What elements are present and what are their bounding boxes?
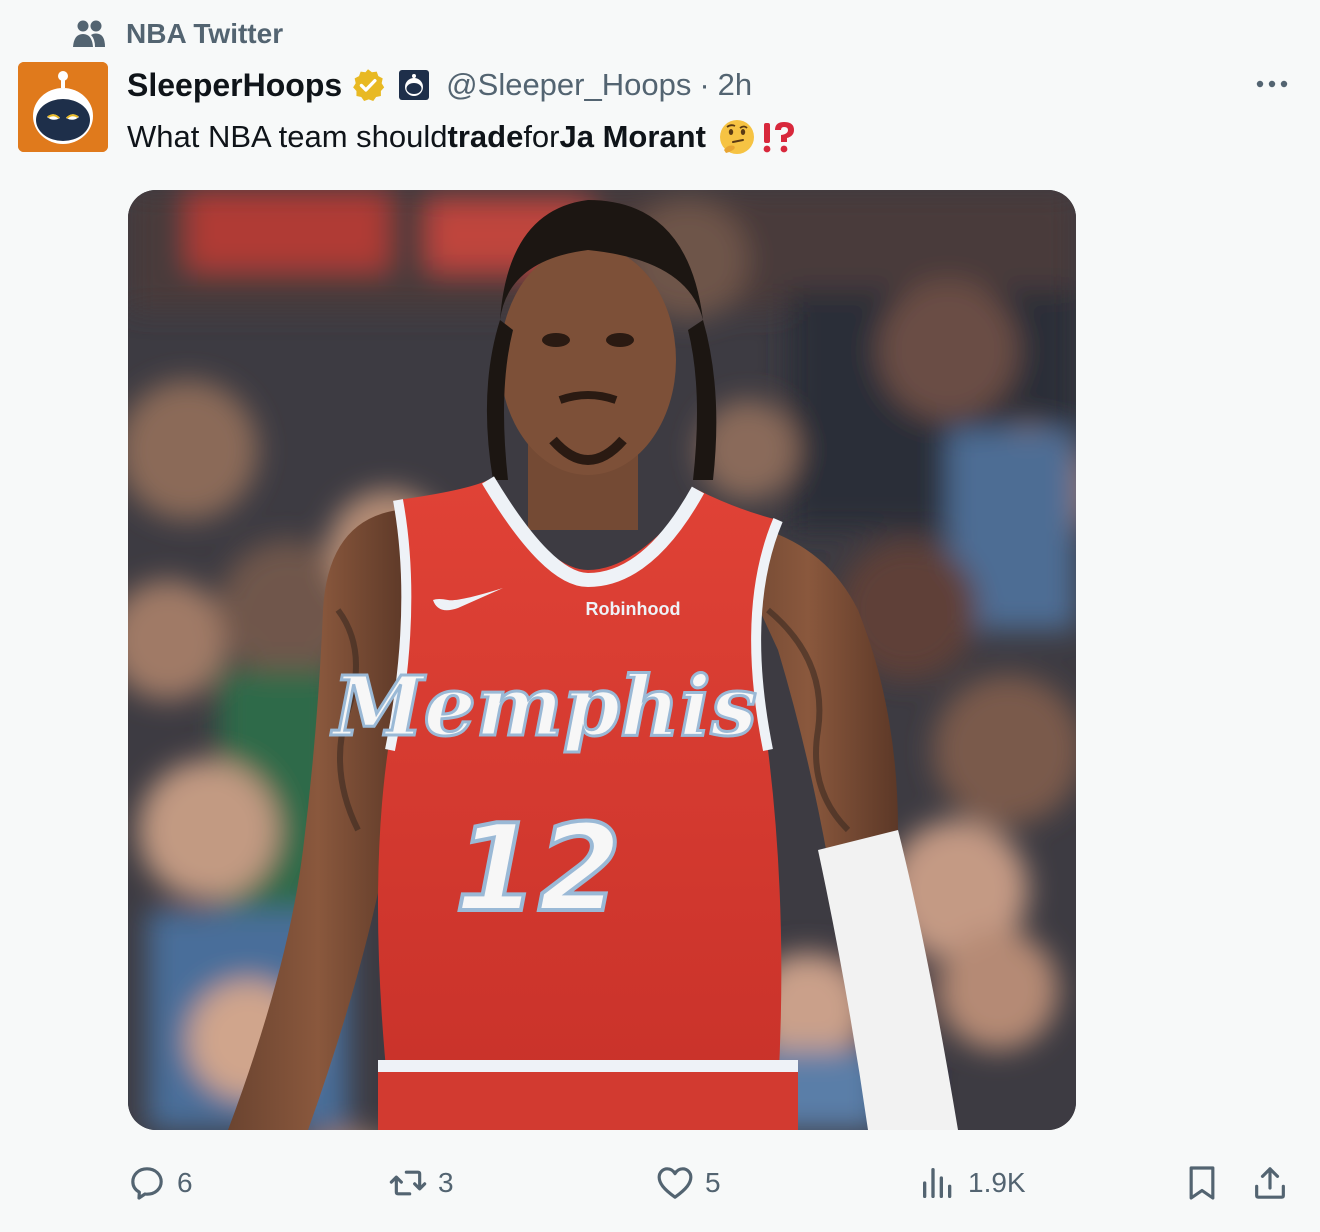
tweet-timestamp[interactable]: 2h <box>718 67 752 103</box>
community-header[interactable]: NBA Twitter <box>72 16 283 52</box>
author-display-name[interactable]: SleeperHoops <box>127 67 342 104</box>
more-options-icon <box>1256 80 1288 88</box>
repost-button[interactable]: 3 <box>388 1158 454 1208</box>
author-handle[interactable]: @Sleeper_Hoops <box>446 67 691 103</box>
share-icon <box>1255 1167 1285 1199</box>
tweet-photo[interactable]: Robinhood Memphis 12 <box>128 190 1076 1130</box>
views-chart-icon <box>923 1168 952 1198</box>
avatar[interactable] <box>18 62 108 152</box>
tweet-header: SleeperHoops @Sleeper_Hoops · 2h <box>127 62 752 108</box>
thinking-face-icon <box>719 120 754 154</box>
community-people-icon <box>73 20 105 47</box>
views-button[interactable]: 1.9K <box>918 1158 1026 1208</box>
tweet-text-part: for <box>523 119 560 154</box>
tweet-text-part: What NBA team should <box>127 119 448 154</box>
separator-dot: · <box>699 67 710 102</box>
verified-badge-icon[interactable] <box>350 67 386 103</box>
community-name[interactable]: NBA Twitter <box>126 18 283 50</box>
reply-count: 6 <box>177 1167 193 1198</box>
like-button[interactable]: 5 <box>655 1158 721 1208</box>
more-options-button[interactable] <box>1250 70 1294 98</box>
tweet-text-bold: trade <box>447 119 524 154</box>
share-button[interactable] <box>1250 1158 1290 1208</box>
tweet-text: What NBA team should trade for Ja Morant <box>127 114 800 160</box>
bookmark-button[interactable] <box>1182 1158 1222 1208</box>
tweet-card[interactable]: NBA Twitter SleeperHoops @Sleeper_Hoops … <box>0 0 1320 1232</box>
reply-icon <box>131 1167 163 1200</box>
jersey-sponsor: Robinhood <box>586 599 681 619</box>
repost-count: 3 <box>438 1167 454 1198</box>
reply-button[interactable]: 6 <box>127 1158 193 1208</box>
tweet-text-bold: Ja Morant <box>559 119 706 154</box>
jersey-script: Memphis <box>330 659 757 755</box>
views-count: 1.9K <box>968 1167 1026 1198</box>
affiliate-badge-icon[interactable] <box>398 69 430 101</box>
like-count: 5 <box>705 1167 721 1198</box>
bookmark-icon <box>1189 1166 1215 1200</box>
exclamation-question-icon <box>763 122 794 153</box>
repost-icon <box>389 1170 427 1196</box>
jersey-number: 12 <box>455 800 622 939</box>
heart-icon <box>657 1167 693 1199</box>
action-bar: 6 3 5 1.9K <box>0 1158 1320 1208</box>
